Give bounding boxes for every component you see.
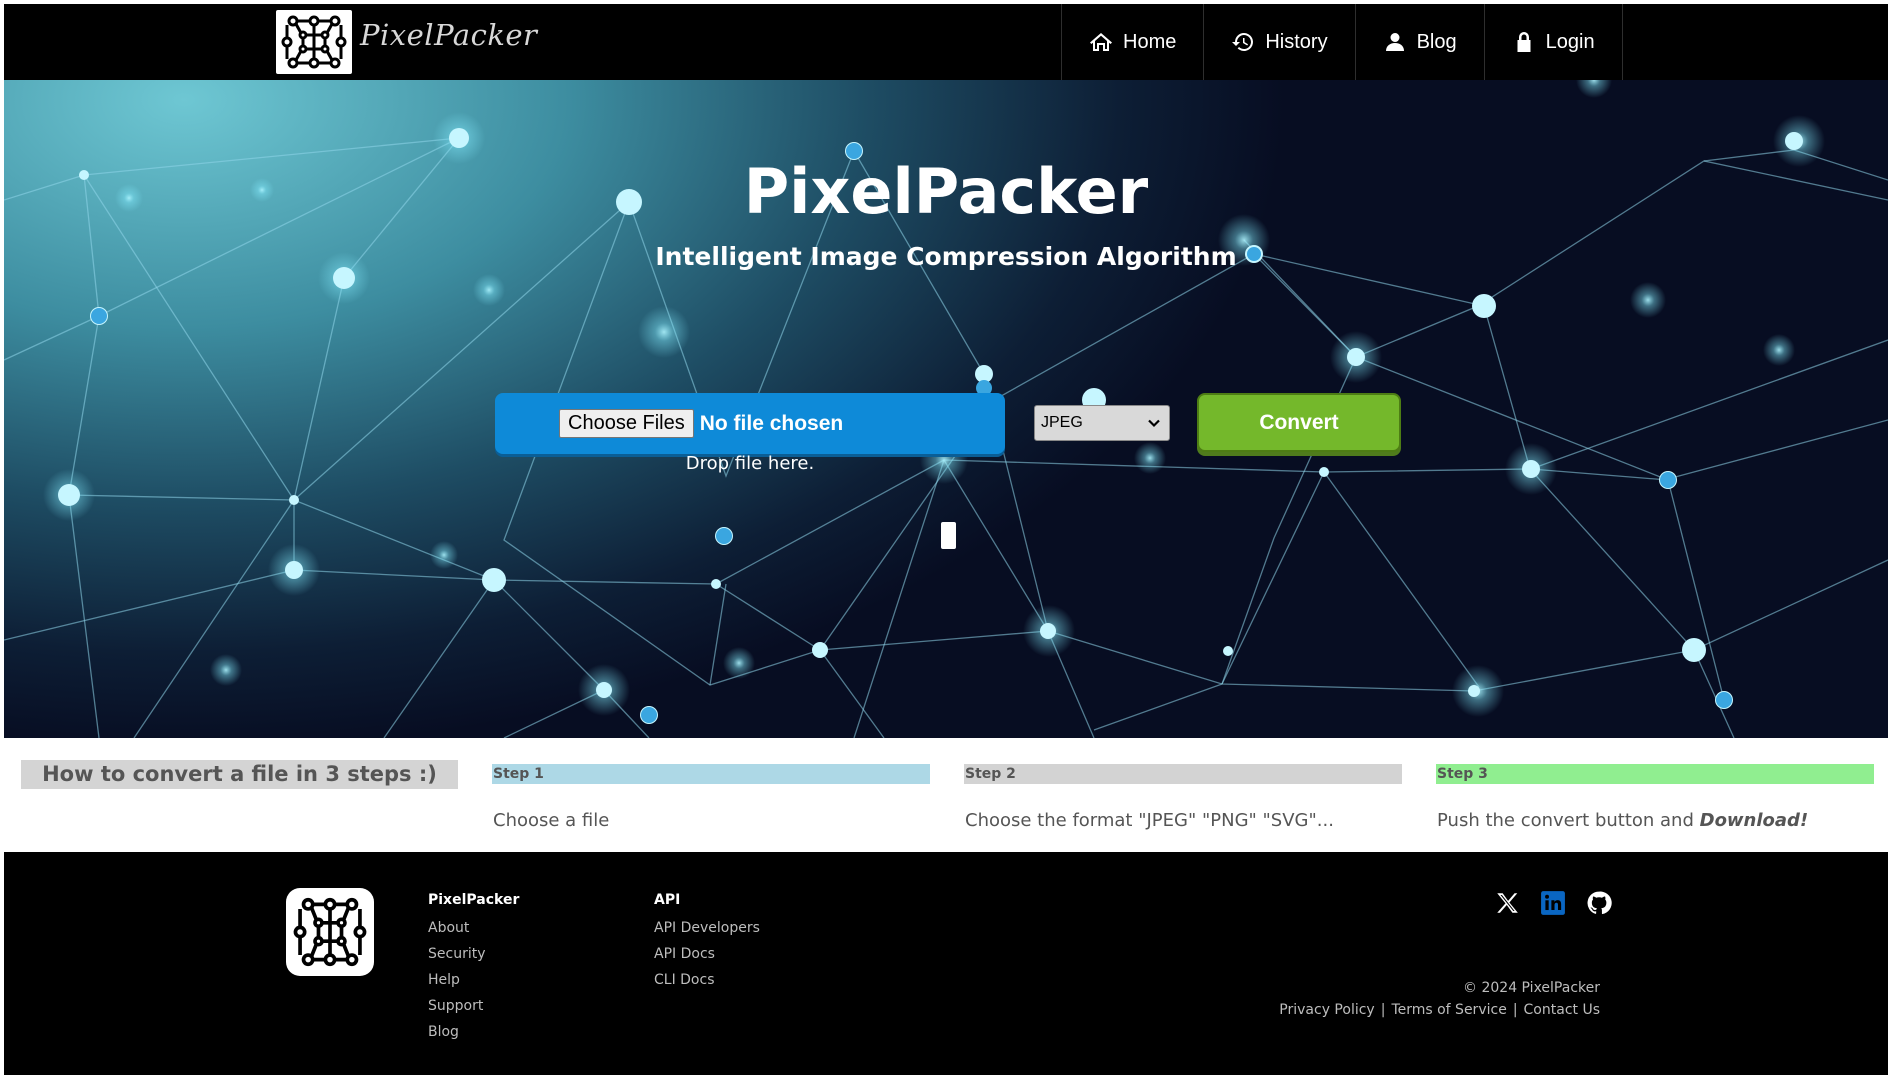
step-1-bar: Step 1 xyxy=(492,764,930,784)
step-3-text-main: Push the convert button and xyxy=(1437,810,1700,831)
nav-blog[interactable]: Blog xyxy=(1356,4,1485,80)
linkedin-icon[interactable] xyxy=(1540,890,1566,916)
page: PixelPacker Home History Blog Login Pixe… xyxy=(0,0,1893,1075)
footer-link-api-developers[interactable]: API Developers xyxy=(654,920,760,946)
nav-login[interactable]: Login xyxy=(1485,4,1623,80)
footer-link-security[interactable]: Security xyxy=(428,946,519,972)
step-2-bar: Step 2 xyxy=(964,764,1402,784)
file-drop-zone[interactable]: Choose Files No file chosen xyxy=(495,393,1005,454)
terms-of-service-link[interactable]: Terms of Service xyxy=(1391,1002,1506,1018)
home-icon xyxy=(1090,33,1112,51)
step-2-text: Choose the format "JPEG" "PNG" "SVG"... xyxy=(965,810,1334,831)
step-3-emphasis: Download! xyxy=(1699,810,1809,831)
step-3-bar: Step 3 xyxy=(1436,764,1874,784)
privacy-policy-link[interactable]: Privacy Policy xyxy=(1279,1002,1374,1018)
social-links xyxy=(1494,890,1612,916)
nav-blog-label: Blog xyxy=(1416,30,1457,53)
nav-login-label: Login xyxy=(1545,30,1595,53)
hero-subtitle: Intelligent Image Compression Algorithm xyxy=(655,242,1237,271)
convert-button[interactable]: Convert xyxy=(1197,393,1401,452)
legal-separator: | xyxy=(1512,1002,1518,1018)
footer-link-api-docs[interactable]: API Docs xyxy=(654,946,760,972)
user-icon xyxy=(1385,33,1404,51)
footer-heading: API xyxy=(654,892,681,908)
footer-link-cli-docs[interactable]: CLI Docs xyxy=(654,972,760,998)
steps-title: How to convert a file in 3 steps :) xyxy=(21,760,458,789)
format-select-value: JPEG xyxy=(1041,414,1083,431)
github-icon[interactable] xyxy=(1586,890,1612,916)
contact-us-link[interactable]: Contact Us xyxy=(1524,1002,1600,1018)
file-status-text: No file chosen xyxy=(699,411,844,435)
footer-link-blog[interactable]: Blog xyxy=(428,1024,519,1050)
lock-icon xyxy=(1517,32,1531,52)
legal-links: Privacy Policy | Terms of Service | Cont… xyxy=(1279,1002,1600,1018)
legal-separator: | xyxy=(1380,1002,1386,1018)
hero-banner: PixelPacker Intelligent Image Compressio… xyxy=(4,80,1888,738)
nav-home[interactable]: Home xyxy=(1062,4,1205,80)
footer: PixelPacker About Security Help Support … xyxy=(4,852,1888,1075)
choose-files-button[interactable]: Choose Files xyxy=(559,409,694,438)
footer-link-about[interactable]: About xyxy=(428,920,519,946)
x-icon[interactable] xyxy=(1494,890,1520,916)
footer-logo[interactable] xyxy=(286,888,374,976)
footer-heading: PixelPacker xyxy=(428,892,520,908)
logo[interactable] xyxy=(276,10,352,74)
nav-history-label: History xyxy=(1265,30,1328,53)
brand-name[interactable]: PixelPacker xyxy=(360,18,537,52)
footer-column-pixelpacker: PixelPacker About Security Help Support … xyxy=(428,892,519,1050)
format-select[interactable]: JPEG xyxy=(1034,405,1170,441)
drop-hint: Drop file here. xyxy=(685,453,815,474)
hero-title: PixelPacker xyxy=(743,155,1149,228)
circuit-grid-logo-icon xyxy=(281,15,347,69)
text-cursor-marker xyxy=(941,522,956,549)
circuit-grid-logo-icon xyxy=(293,897,367,967)
main-menu: Home History Blog Login xyxy=(1061,4,1623,80)
nav-history[interactable]: History xyxy=(1204,4,1356,80)
nav-home-label: Home xyxy=(1123,30,1177,53)
step-1-text: Choose a file xyxy=(493,810,610,831)
chevron-down-icon xyxy=(1148,419,1160,428)
footer-link-help[interactable]: Help xyxy=(428,972,519,998)
footer-column-api: API API Developers API Docs CLI Docs xyxy=(654,892,760,998)
step-3-text: Push the convert button and Download! xyxy=(1437,810,1808,831)
top-nav: PixelPacker Home History Blog Login xyxy=(4,4,1888,80)
footer-link-support[interactable]: Support xyxy=(428,998,519,1024)
history-icon xyxy=(1232,33,1254,51)
copyright-text: © 2024 PixelPacker xyxy=(1463,980,1600,996)
